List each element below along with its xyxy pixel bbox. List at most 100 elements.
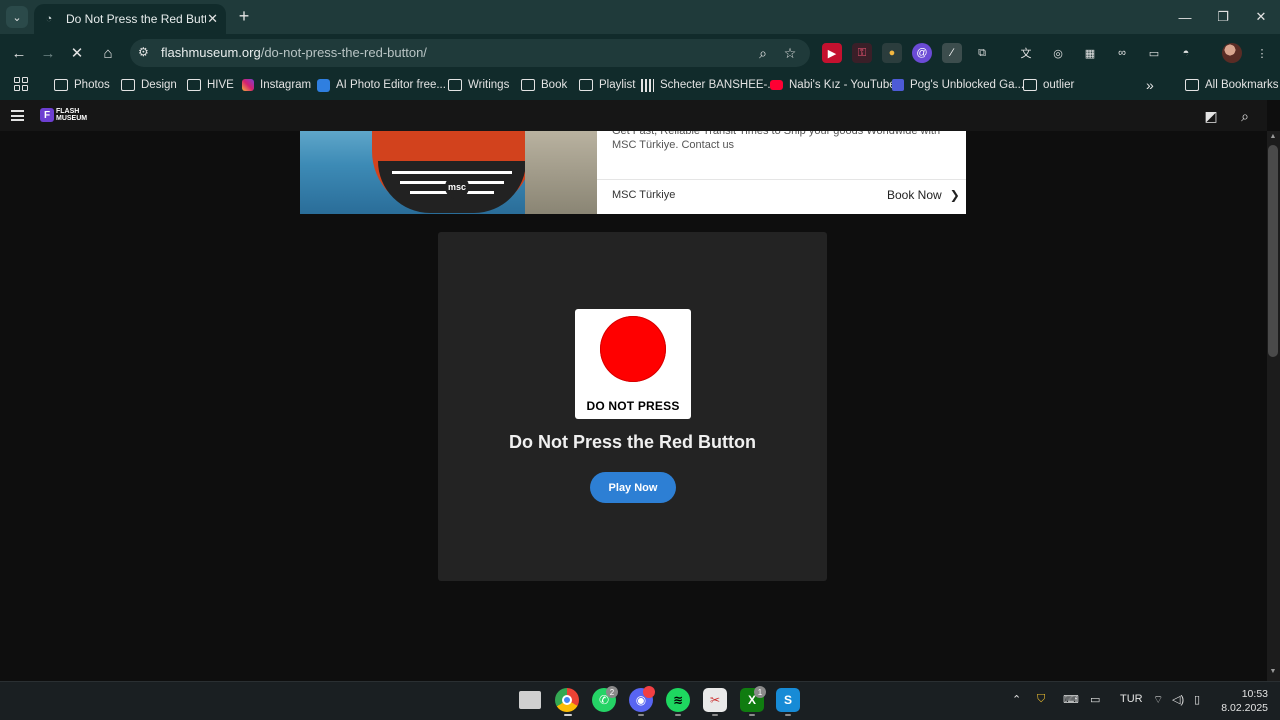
bookmark-playlist[interactable]: Playlist — [579, 76, 635, 94]
profile-avatar[interactable] — [1222, 43, 1242, 63]
bookmark-design[interactable]: Design — [121, 76, 177, 94]
dock — [525, 131, 597, 214]
url-host: flashmuseum.org — [161, 45, 261, 60]
display-icon[interactable]: ▭ — [1090, 693, 1100, 706]
app-running-indicator — [749, 714, 755, 716]
folder-icon — [579, 79, 593, 91]
back-button[interactable]: ← — [8, 43, 30, 63]
hull-stripe — [392, 171, 512, 174]
play-now-button[interactable]: Play Now — [590, 472, 676, 503]
feather-ext-icon[interactable]: ∕ — [942, 43, 962, 63]
xbox-badge: 1 — [754, 686, 766, 698]
site-logo[interactable]: F FLASH MUSEUM — [40, 108, 87, 122]
tab-close-icon[interactable]: ✕ — [207, 11, 218, 27]
honey-ext-icon[interactable]: ● — [882, 43, 902, 63]
folder-icon — [521, 79, 535, 91]
forward-button[interactable]: → — [37, 43, 59, 63]
volume-icon[interactable]: ◁) — [1172, 693, 1184, 706]
link-icon[interactable]: ∞ — [1112, 43, 1132, 63]
all-bookmarks-button[interactable]: All Bookmarks — [1185, 76, 1279, 94]
bookmark-label: Schecter BANSHEE-... — [660, 79, 777, 91]
chevron-right-icon: ❯ — [949, 188, 960, 202]
close-window-button[interactable]: ✕ — [1242, 0, 1280, 34]
bookmark-hive[interactable]: HIVE — [187, 76, 234, 94]
zoom-icon[interactable]: ⌕ — [754, 44, 772, 62]
scroll-up-icon[interactable]: ▲ — [1268, 133, 1278, 143]
bookmark-outlier[interactable]: outlier — [1023, 76, 1074, 94]
chrome-center — [562, 695, 572, 705]
task-view-icon[interactable] — [519, 691, 541, 709]
bookmark-pogs-games[interactable]: Pog's Unblocked Ga... — [892, 76, 1024, 94]
ship-logo: msc — [445, 175, 469, 199]
bookmark-book[interactable]: Book — [521, 76, 567, 94]
folder-icon — [1185, 79, 1199, 91]
bookmark-label: Pog's Unblocked Ga... — [910, 79, 1025, 91]
system-clock[interactable]: 10:53 8.02.2025 — [1218, 687, 1268, 715]
new-tab-button[interactable]: + — [234, 6, 254, 26]
bookmark-label: outlier — [1043, 79, 1075, 91]
bookmarks-overflow-icon[interactable]: » — [1146, 76, 1154, 94]
tab-search-button[interactable]: ⌄ — [6, 6, 28, 28]
url-text[interactable]: flashmuseum.org/do-not-press-the-red-but… — [161, 45, 427, 60]
site-info-icon[interactable]: ⚙ — [138, 45, 149, 59]
ad-cta-label: Book Now — [887, 188, 942, 202]
bookmark-instagram[interactable]: Instagram — [242, 76, 311, 94]
bookmark-label: Instagram — [260, 79, 312, 91]
apps-grid-icon[interactable] — [14, 77, 28, 91]
minimize-button[interactable]: — — [1166, 0, 1204, 34]
extensions-icon[interactable]: ⧉ — [972, 43, 992, 63]
scroll-down-icon[interactable]: ▼ — [1268, 668, 1278, 678]
translate-site-icon[interactable]: ◩ — [1203, 108, 1219, 124]
surfshark-icon[interactable]: S — [776, 688, 800, 712]
battery-icon[interactable]: ▯ — [1194, 693, 1200, 706]
tray-overflow-icon[interactable]: ⌃ — [1012, 693, 1021, 706]
wifi-icon[interactable]: ⌔ — [1153, 693, 1163, 707]
url-path: /do-not-press-the-red-button/ — [260, 45, 427, 60]
ad-description[interactable]: Get Fast, Reliable Transit Times to Ship… — [612, 131, 942, 171]
bookmark-label: Book — [541, 79, 568, 91]
bookmark-label: Writings — [468, 79, 510, 91]
clock-date: 8.02.2025 — [1221, 702, 1268, 714]
folder-icon — [1023, 79, 1037, 91]
chevron-down-icon: ⌄ — [12, 11, 22, 24]
ad-book-now-button[interactable]: Book Now ❯ — [887, 188, 960, 202]
at-ext-icon[interactable]: @ — [912, 43, 932, 63]
logo-line-1: FLASH — [56, 108, 80, 115]
windows-start-icon[interactable] — [481, 688, 505, 712]
key-ext-icon[interactable]: ⚿ — [852, 43, 872, 63]
lens-icon[interactable]: ◎ — [1048, 43, 1068, 63]
bookmark-label: Playlist — [599, 79, 636, 91]
red-button-graphic — [600, 316, 666, 382]
youtube-ext-icon[interactable]: ▶ — [822, 43, 842, 63]
app-running-indicator — [638, 714, 644, 716]
scrollbar-thumb[interactable] — [1268, 145, 1278, 357]
bookmark-photos[interactable]: Photos — [54, 76, 110, 94]
bookmark-writings[interactable]: Writings — [448, 76, 509, 94]
bookmark-label: Design — [141, 79, 177, 91]
ad-brand[interactable]: MSC Türkiye — [612, 189, 675, 201]
search-icon[interactable]: ⌕ — [1237, 108, 1253, 124]
language-indicator[interactable]: TUR — [1120, 693, 1143, 705]
bookmark-ai-photo-editor[interactable]: AI Photo Editor free... — [317, 76, 446, 94]
incognito-icon[interactable]: ◓ — [1176, 43, 1196, 63]
chrome-icon[interactable] — [555, 688, 579, 712]
norton-shield-icon[interactable]: ⛉ — [1037, 693, 1045, 706]
ad-image[interactable]: msc — [300, 131, 597, 214]
translate-icon[interactable]: 文 — [1016, 43, 1036, 63]
menu-kebab-icon[interactable]: ⋮ — [1252, 43, 1272, 63]
devices-icon[interactable]: ▭ — [1144, 43, 1164, 63]
spotify-icon[interactable]: ≋ — [666, 688, 690, 712]
active-tab[interactable]: ◔ Do Not Press the Red Button - F ✕ — [34, 4, 226, 34]
tab-favicon-icon: ◔ — [45, 13, 53, 25]
keyboard-icon[interactable]: ⌨ — [1063, 693, 1079, 706]
restore-button[interactable]: ❐ — [1204, 0, 1242, 34]
qr-code-icon[interactable]: ▦ — [1080, 43, 1100, 63]
bookmark-star-icon[interactable]: ☆ — [781, 44, 799, 62]
bookmark-schecter[interactable]: Schecter BANSHEE-... — [641, 76, 777, 94]
hamburger-menu-icon[interactable] — [11, 110, 24, 121]
stop-loading-button[interactable]: ✕ — [66, 43, 88, 63]
bookmark-youtube[interactable]: Nabi's Kız - YouTube — [770, 76, 896, 94]
snipping-tool-icon[interactable]: ✂ — [703, 688, 727, 712]
tab-title: Do Not Press the Red Button - F — [66, 12, 206, 26]
home-button[interactable]: ⌂ — [97, 43, 119, 63]
